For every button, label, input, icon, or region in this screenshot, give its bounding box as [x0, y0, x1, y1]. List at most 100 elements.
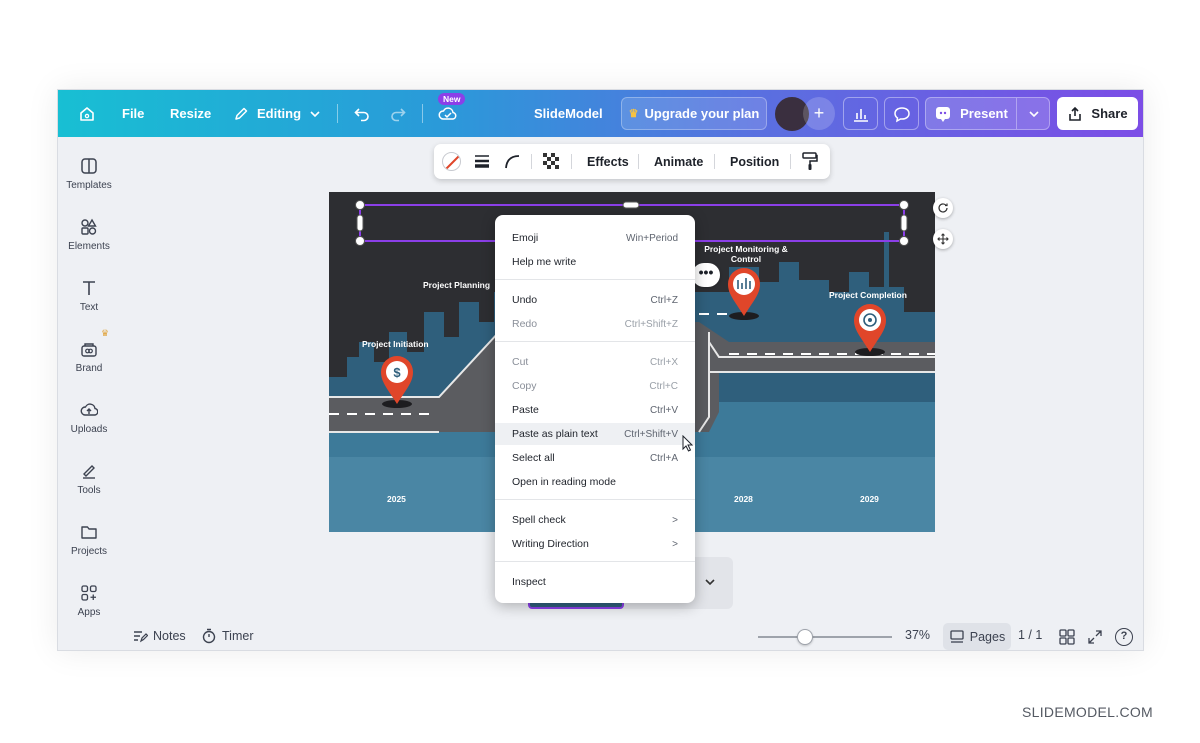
menu-item-shortcut: Ctrl+X	[649, 356, 678, 368]
share-button[interactable]: Share	[1057, 97, 1138, 130]
menu-item-label: Redo	[512, 318, 538, 330]
question-icon: ?	[1120, 630, 1128, 642]
menu-item-shortcut: Ctrl+Shift+V	[624, 428, 678, 440]
more-options-button[interactable]: •••	[692, 263, 720, 287]
sidebar-item-label: Elements	[68, 241, 110, 252]
border-weight-button[interactable]	[474, 153, 490, 174]
present-button-group: Present	[925, 97, 1050, 130]
year-label: 2025	[387, 494, 406, 504]
help-button[interactable]: ?	[1115, 628, 1133, 646]
pages-button[interactable]: Pages	[943, 623, 1011, 650]
sidebar-item-label: Text	[79, 302, 99, 313]
curve-style-button[interactable]	[504, 153, 520, 174]
chevron-down-icon	[705, 579, 715, 586]
notes-button[interactable]: Notes	[132, 628, 186, 644]
bar-chart-icon	[853, 108, 868, 122]
timer-button[interactable]: Timer	[201, 628, 253, 644]
zoom-slider-thumb[interactable]	[797, 629, 813, 645]
year-label: 2028	[734, 494, 753, 504]
design-title[interactable]: SlideModel	[534, 90, 603, 137]
paint-roller-icon	[802, 152, 818, 170]
sidebar-item-projects[interactable]: Projects	[58, 523, 120, 557]
more-icon: •••	[698, 264, 714, 280]
resize-button[interactable]: Resize	[170, 90, 211, 137]
menu-item-label: Cut	[512, 356, 529, 368]
menu-item-copy[interactable]: Copy Ctrl+C	[495, 375, 695, 397]
element-context-toolbar: Effects Animate Position	[434, 144, 830, 179]
apps-icon	[81, 585, 97, 601]
sidebar-item-text[interactable]: Text	[58, 279, 120, 313]
new-badge: New	[438, 93, 466, 105]
analytics-button[interactable]	[843, 97, 878, 130]
comments-button[interactable]	[884, 97, 919, 130]
chevron-right-icon: >	[672, 538, 678, 550]
text-icon	[83, 281, 95, 295]
rotate-handle[interactable]	[933, 198, 953, 218]
copy-style-button[interactable]	[802, 152, 818, 176]
sidebar-item-elements[interactable]: Elements	[58, 218, 120, 252]
menu-item-emoji[interactable]: Emoji Win+Period	[495, 227, 695, 249]
add-collaborator-button[interactable]: +	[803, 97, 835, 130]
menu-item-label: Help me write	[512, 256, 577, 268]
pages-icon	[950, 629, 964, 643]
position-button[interactable]: Position	[730, 144, 779, 179]
milestone-label: Project Completion	[829, 290, 907, 300]
transparency-button[interactable]	[543, 153, 559, 169]
menu-item-label: Emoji	[512, 232, 539, 244]
menu-item-shortcut: Ctrl+Z	[650, 294, 679, 306]
menu-item-help-me-write[interactable]: Help me write	[495, 251, 695, 273]
file-menu[interactable]: File	[122, 90, 144, 137]
move-handle[interactable]	[933, 229, 953, 249]
grid-view-button[interactable]	[1059, 629, 1075, 650]
color-button[interactable]	[442, 152, 461, 171]
sidebar-item-uploads[interactable]: Uploads	[58, 401, 120, 435]
menu-item-writing-direction[interactable]: Writing Direction >	[495, 533, 695, 555]
comment-icon	[893, 106, 910, 122]
editing-mode-dropdown[interactable]: Editing	[233, 90, 321, 137]
sidebar-item-label: Uploads	[70, 424, 108, 435]
present-label: Present	[960, 106, 1008, 121]
home-button[interactable]	[78, 90, 96, 137]
menu-item-cut[interactable]: Cut Ctrl+X	[495, 351, 695, 373]
fullscreen-button[interactable]	[1087, 629, 1103, 650]
menu-item-spell-check[interactable]: Spell check >	[495, 509, 695, 531]
menu-item-inspect[interactable]: Inspect	[495, 571, 695, 593]
timer-icon	[202, 628, 216, 644]
context-menu: Emoji Win+Period Help me write Undo Ctrl+Z…	[495, 215, 695, 603]
menu-item-reading-mode[interactable]: Open in reading mode	[495, 471, 695, 493]
sidebar-item-tools[interactable]: Tools	[58, 462, 120, 496]
canva-editor-window: File Resize Editing New SlideModel ♛ Upg…	[57, 89, 1144, 651]
sidebar-item-label: Brand	[75, 363, 103, 374]
menu-item-label: Paste	[512, 404, 539, 416]
redo-button[interactable]	[389, 90, 407, 137]
present-button[interactable]: Present	[926, 98, 1016, 129]
menu-item-paste-plain-text[interactable]: Paste as plain text Ctrl+Shift+V	[495, 423, 695, 445]
effects-button[interactable]: Effects	[587, 144, 629, 179]
undo-button[interactable]	[353, 90, 371, 137]
cloud-check-icon	[438, 106, 457, 120]
watermark: SLIDEMODEL.COM	[1022, 704, 1153, 720]
expand-pages-button[interactable]	[704, 575, 716, 593]
menu-item-paste[interactable]: Paste Ctrl+V	[495, 399, 695, 421]
menu-item-select-all[interactable]: Select all Ctrl+A	[495, 447, 695, 469]
svg-text:$: $	[393, 365, 401, 380]
uploads-icon	[80, 403, 98, 416]
sidebar-item-brand[interactable]: Brand	[58, 340, 120, 374]
animate-button[interactable]: Animate	[654, 144, 703, 179]
menu-item-shortcut: Ctrl+Shift+Z	[624, 318, 678, 330]
menu-item-redo[interactable]: Redo Ctrl+Shift+Z	[495, 313, 695, 335]
upgrade-plan-button[interactable]: ♛ Upgrade your plan	[621, 97, 767, 130]
sidebar-item-templates[interactable]: Templates	[58, 157, 120, 191]
notes-label: Notes	[153, 629, 186, 643]
present-options-button[interactable]	[1017, 98, 1051, 129]
top-toolbar: File Resize Editing New SlideModel ♛ Upg…	[58, 90, 1143, 137]
upgrade-label: Upgrade your plan	[644, 106, 760, 121]
zoom-level[interactable]: 37%	[905, 628, 930, 642]
menu-item-shortcut: Ctrl+V	[649, 404, 678, 416]
zoom-slider[interactable]	[758, 629, 892, 645]
brand-icon	[81, 343, 97, 357]
milestone-label: Project Monitoring & Control	[704, 244, 788, 264]
menu-item-undo[interactable]: Undo Ctrl+Z	[495, 289, 695, 311]
sidebar-item-apps[interactable]: Apps	[58, 584, 120, 618]
menu-item-shortcut: Ctrl+A	[649, 452, 678, 464]
